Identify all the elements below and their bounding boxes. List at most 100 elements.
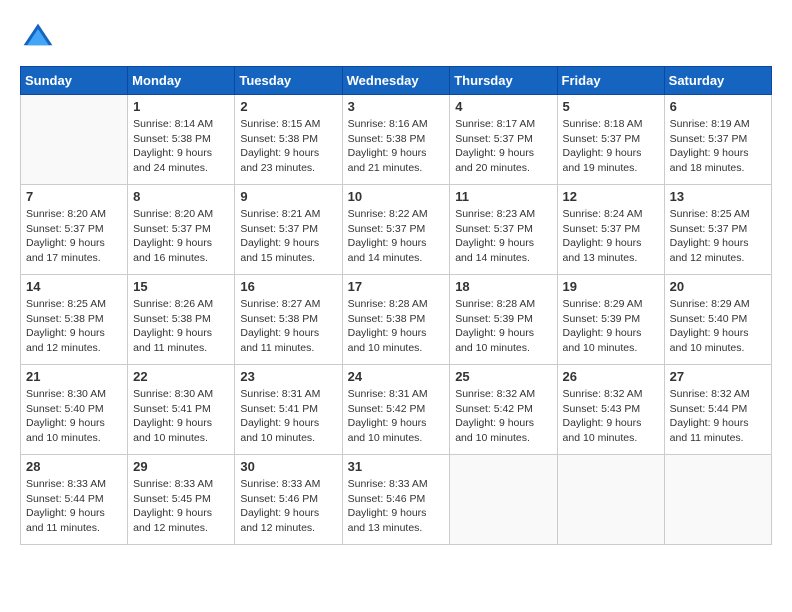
- day-info: Sunrise: 8:27 AMSunset: 5:38 PMDaylight:…: [240, 297, 336, 356]
- day-number: 4: [455, 99, 551, 114]
- weekday-header-friday: Friday: [557, 67, 664, 95]
- day-info: Sunrise: 8:14 AMSunset: 5:38 PMDaylight:…: [133, 117, 229, 176]
- day-number: 19: [563, 279, 659, 294]
- day-number: 24: [348, 369, 445, 384]
- day-info: Sunrise: 8:22 AMSunset: 5:37 PMDaylight:…: [348, 207, 445, 266]
- day-number: 26: [563, 369, 659, 384]
- calendar-table: SundayMondayTuesdayWednesdayThursdayFrid…: [20, 66, 772, 545]
- calendar-cell: 29 Sunrise: 8:33 AMSunset: 5:45 PMDayligh…: [128, 455, 235, 545]
- calendar-cell: 20 Sunrise: 8:29 AMSunset: 5:40 PMDayligh…: [664, 275, 771, 365]
- calendar-cell: [21, 95, 128, 185]
- day-number: 18: [455, 279, 551, 294]
- day-number: 20: [670, 279, 766, 294]
- day-number: 25: [455, 369, 551, 384]
- calendar-cell: 22 Sunrise: 8:30 AMSunset: 5:41 PMDayligh…: [128, 365, 235, 455]
- day-info: Sunrise: 8:26 AMSunset: 5:38 PMDaylight:…: [133, 297, 229, 356]
- day-info: Sunrise: 8:29 AMSunset: 5:39 PMDaylight:…: [563, 297, 659, 356]
- calendar-cell: 30Sunrise: 8:33 AMSunset: 5:46 PMDayligh…: [235, 455, 342, 545]
- day-number: 14: [26, 279, 122, 294]
- day-info: Sunrise: 8:32 AMSunset: 5:44 PMDaylight:…: [670, 387, 766, 446]
- day-info: Sunrise: 8:18 AMSunset: 5:37 PMDaylight:…: [563, 117, 659, 176]
- calendar-cell: 24 Sunrise: 8:31 AMSunset: 5:42 PMDayligh…: [342, 365, 450, 455]
- calendar-cell: [450, 455, 557, 545]
- day-info: Sunrise: 8:20 AMSunset: 5:37 PMDaylight:…: [133, 207, 229, 266]
- day-info: Sunrise: 8:33 AMSunset: 5:46 PMDaylight:…: [240, 477, 336, 536]
- calendar-cell: 25 Sunrise: 8:32 AMSunset: 5:42 PMDayligh…: [450, 365, 557, 455]
- day-number: 11: [455, 189, 551, 204]
- day-number: 21: [26, 369, 122, 384]
- calendar-cell: 14 Sunrise: 8:25 AMSunset: 5:38 PMDayligh…: [21, 275, 128, 365]
- calendar-cell: 6 Sunrise: 8:19 AMSunset: 5:37 PMDaylight…: [664, 95, 771, 185]
- calendar-week-1: 1 Sunrise: 8:14 AMSunset: 5:38 PMDaylight…: [21, 95, 772, 185]
- calendar-cell: 31Sunrise: 8:33 AMSunset: 5:46 PMDayligh…: [342, 455, 450, 545]
- day-info: Sunrise: 8:32 AMSunset: 5:43 PMDaylight:…: [563, 387, 659, 446]
- calendar-cell: [557, 455, 664, 545]
- calendar-week-5: 28 Sunrise: 8:33 AMSunset: 5:44 PMDayligh…: [21, 455, 772, 545]
- day-number: 6: [670, 99, 766, 114]
- weekday-header-thursday: Thursday: [450, 67, 557, 95]
- calendar-cell: 8 Sunrise: 8:20 AMSunset: 5:37 PMDaylight…: [128, 185, 235, 275]
- calendar-week-4: 21 Sunrise: 8:30 AMSunset: 5:40 PMDayligh…: [21, 365, 772, 455]
- logo-icon: [20, 20, 56, 56]
- day-number: 28: [26, 459, 122, 474]
- calendar-cell: 7 Sunrise: 8:20 AMSunset: 5:37 PMDaylight…: [21, 185, 128, 275]
- calendar-cell: 18 Sunrise: 8:28 AMSunset: 5:39 PMDayligh…: [450, 275, 557, 365]
- day-info: Sunrise: 8:25 AMSunset: 5:37 PMDaylight:…: [670, 207, 766, 266]
- day-info: Sunrise: 8:33 AMSunset: 5:44 PMDaylight:…: [26, 477, 122, 536]
- calendar-cell: 2Sunrise: 8:15 AMSunset: 5:38 PMDaylight…: [235, 95, 342, 185]
- day-info: Sunrise: 8:33 AMSunset: 5:45 PMDaylight:…: [133, 477, 229, 536]
- calendar-header-row: SundayMondayTuesdayWednesdayThursdayFrid…: [21, 67, 772, 95]
- day-number: 23: [240, 369, 336, 384]
- calendar-cell: [664, 455, 771, 545]
- calendar-cell: 13 Sunrise: 8:25 AMSunset: 5:37 PMDayligh…: [664, 185, 771, 275]
- day-info: Sunrise: 8:16 AMSunset: 5:38 PMDaylight:…: [348, 117, 445, 176]
- day-number: 17: [348, 279, 445, 294]
- calendar-cell: 5 Sunrise: 8:18 AMSunset: 5:37 PMDaylight…: [557, 95, 664, 185]
- day-number: 27: [670, 369, 766, 384]
- day-info: Sunrise: 8:30 AMSunset: 5:41 PMDaylight:…: [133, 387, 229, 446]
- calendar-cell: 4 Sunrise: 8:17 AMSunset: 5:37 PMDaylight…: [450, 95, 557, 185]
- day-info: Sunrise: 8:29 AMSunset: 5:40 PMDaylight:…: [670, 297, 766, 356]
- calendar-cell: 28 Sunrise: 8:33 AMSunset: 5:44 PMDayligh…: [21, 455, 128, 545]
- day-info: Sunrise: 8:31 AMSunset: 5:42 PMDaylight:…: [348, 387, 445, 446]
- day-info: Sunrise: 8:30 AMSunset: 5:40 PMDaylight:…: [26, 387, 122, 446]
- calendar-cell: 16 Sunrise: 8:27 AMSunset: 5:38 PMDayligh…: [235, 275, 342, 365]
- day-number: 5: [563, 99, 659, 114]
- day-number: 8: [133, 189, 229, 204]
- day-number: 7: [26, 189, 122, 204]
- day-number: 15: [133, 279, 229, 294]
- day-info: Sunrise: 8:32 AMSunset: 5:42 PMDaylight:…: [455, 387, 551, 446]
- day-info: Sunrise: 8:21 AMSunset: 5:37 PMDaylight:…: [240, 207, 336, 266]
- day-info: Sunrise: 8:19 AMSunset: 5:37 PMDaylight:…: [670, 117, 766, 176]
- day-info: Sunrise: 8:28 AMSunset: 5:38 PMDaylight:…: [348, 297, 445, 356]
- calendar-cell: 15 Sunrise: 8:26 AMSunset: 5:38 PMDayligh…: [128, 275, 235, 365]
- weekday-header-sunday: Sunday: [21, 67, 128, 95]
- day-info: Sunrise: 8:28 AMSunset: 5:39 PMDaylight:…: [455, 297, 551, 356]
- calendar-week-3: 14 Sunrise: 8:25 AMSunset: 5:38 PMDayligh…: [21, 275, 772, 365]
- day-number: 1: [133, 99, 229, 114]
- day-info: Sunrise: 8:25 AMSunset: 5:38 PMDaylight:…: [26, 297, 122, 356]
- day-info: Sunrise: 8:31 AMSunset: 5:41 PMDaylight:…: [240, 387, 336, 446]
- weekday-header-monday: Monday: [128, 67, 235, 95]
- day-number: 2: [240, 99, 336, 114]
- calendar-cell: 23 Sunrise: 8:31 AMSunset: 5:41 PMDayligh…: [235, 365, 342, 455]
- calendar-cell: 12Sunrise: 8:24 AMSunset: 5:37 PMDayligh…: [557, 185, 664, 275]
- day-number: 22: [133, 369, 229, 384]
- weekday-header-saturday: Saturday: [664, 67, 771, 95]
- day-info: Sunrise: 8:23 AMSunset: 5:37 PMDaylight:…: [455, 207, 551, 266]
- calendar-cell: 17 Sunrise: 8:28 AMSunset: 5:38 PMDayligh…: [342, 275, 450, 365]
- weekday-header-wednesday: Wednesday: [342, 67, 450, 95]
- calendar-cell: 3 Sunrise: 8:16 AMSunset: 5:38 PMDaylight…: [342, 95, 450, 185]
- day-number: 3: [348, 99, 445, 114]
- day-number: 12: [563, 189, 659, 204]
- day-number: 13: [670, 189, 766, 204]
- calendar-cell: 1 Sunrise: 8:14 AMSunset: 5:38 PMDaylight…: [128, 95, 235, 185]
- calendar-week-2: 7 Sunrise: 8:20 AMSunset: 5:37 PMDaylight…: [21, 185, 772, 275]
- day-number: 29: [133, 459, 229, 474]
- day-number: 16: [240, 279, 336, 294]
- day-number: 9: [240, 189, 336, 204]
- page-header: [20, 20, 772, 56]
- calendar-cell: 27 Sunrise: 8:32 AMSunset: 5:44 PMDayligh…: [664, 365, 771, 455]
- day-info: Sunrise: 8:20 AMSunset: 5:37 PMDaylight:…: [26, 207, 122, 266]
- day-info: Sunrise: 8:17 AMSunset: 5:37 PMDaylight:…: [455, 117, 551, 176]
